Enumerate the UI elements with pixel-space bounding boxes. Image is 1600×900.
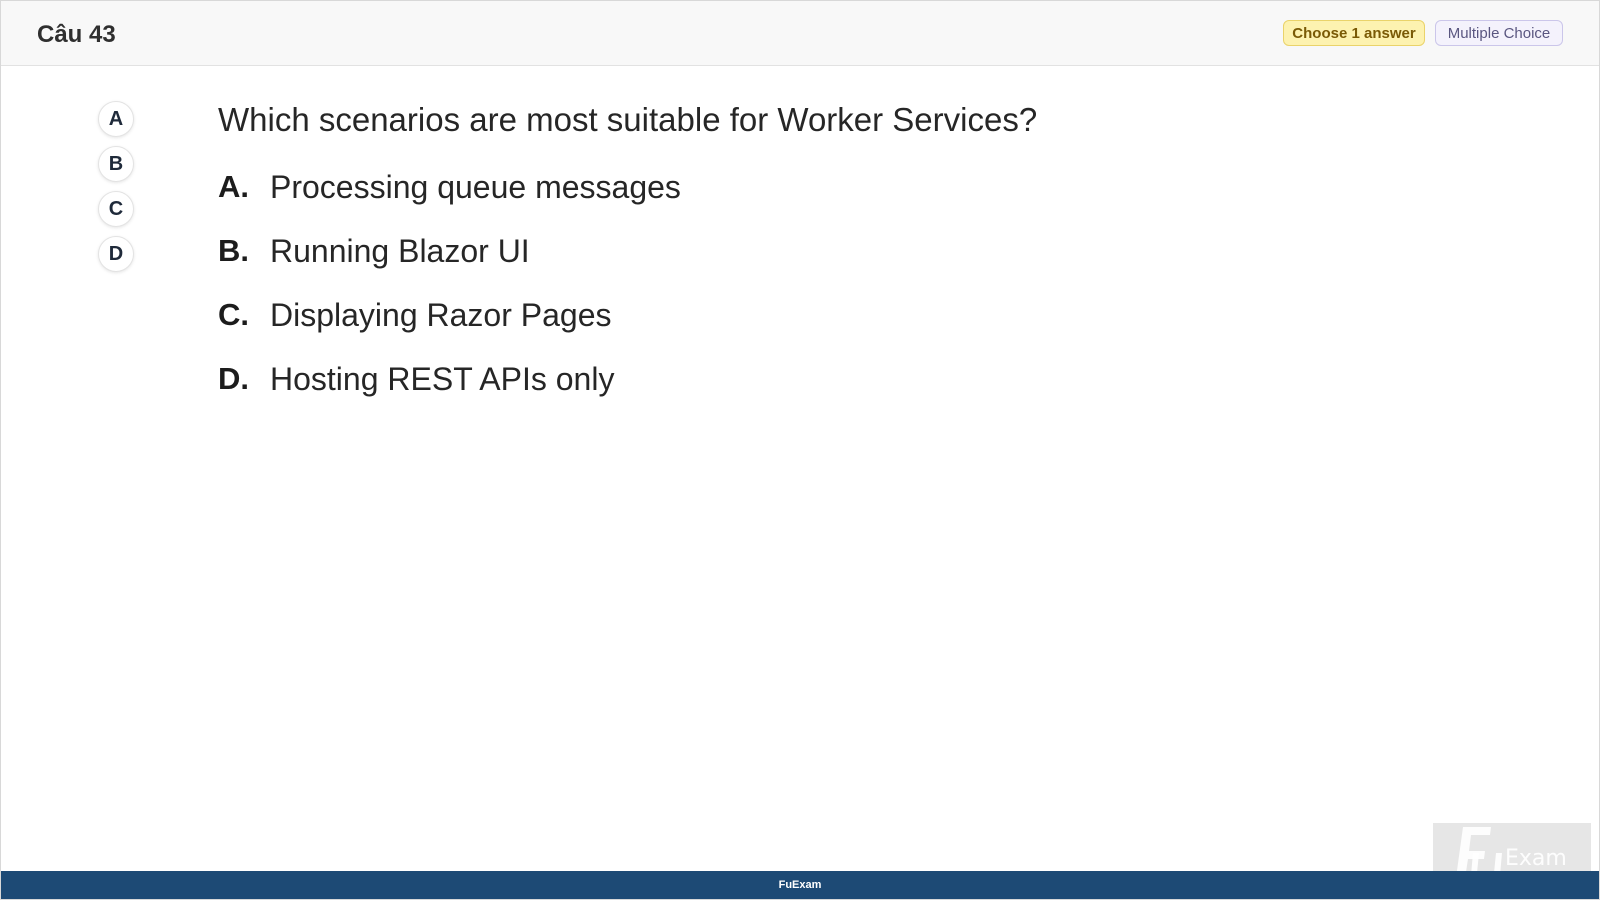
- option-letter: A.: [218, 169, 249, 204]
- footer-bar: FuExam: [1, 871, 1599, 899]
- option-letter: B.: [218, 233, 249, 268]
- answer-button-b[interactable]: B: [98, 146, 134, 182]
- question-header: Câu 43 Choose 1 answer Multiple Choice: [1, 1, 1599, 66]
- option-text: Processing queue messages: [270, 169, 681, 205]
- option-text: Displaying Razor Pages: [270, 297, 612, 333]
- answer-button-d[interactable]: D: [98, 236, 134, 272]
- svg-text:Exam: Exam: [1505, 846, 1567, 871]
- option-text: Running Blazor UI: [270, 233, 530, 269]
- question-number: Câu 43: [37, 21, 116, 48]
- footer-brand: FuExam: [778, 879, 822, 891]
- answer-button-a[interactable]: A: [98, 101, 134, 137]
- question-type-badge: Multiple Choice: [1435, 20, 1563, 46]
- option-text: Hosting REST APIs only: [270, 361, 615, 397]
- answer-selector: A B C D: [98, 101, 134, 281]
- choose-count-badge: Choose 1 answer: [1283, 20, 1425, 46]
- answer-button-c[interactable]: C: [98, 191, 134, 227]
- option-letter: D.: [218, 361, 249, 396]
- question-text: Which scenarios are most suitable for Wo…: [218, 101, 1038, 138]
- option-letter: C.: [218, 297, 249, 332]
- quiz-page: Câu 43 Choose 1 answer Multiple Choice A…: [0, 0, 1600, 900]
